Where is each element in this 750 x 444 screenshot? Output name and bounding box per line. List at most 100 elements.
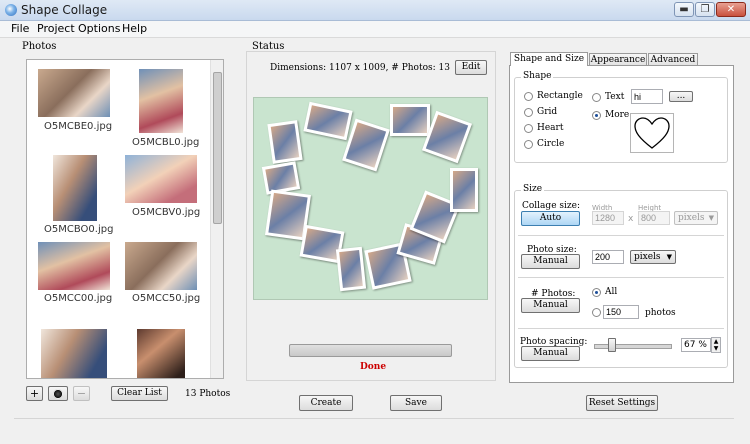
size-divider (518, 277, 724, 278)
collage-photo (267, 120, 303, 164)
grid-label: Grid (537, 107, 558, 117)
window-title: Shape Collage (21, 3, 108, 17)
photo-list-scrollbar[interactable] (210, 60, 223, 378)
radio-text[interactable] (592, 93, 601, 102)
height-input[interactable] (638, 211, 670, 225)
size-legend: Size (521, 184, 545, 194)
bottom-divider (14, 418, 734, 419)
width-input[interactable] (592, 211, 624, 225)
spacing-input[interactable]: 67 % (681, 338, 711, 352)
menu-options[interactable]: Options (78, 22, 120, 35)
more-label: More (605, 110, 630, 120)
photo-size-input[interactable] (592, 250, 624, 264)
size-divider (518, 235, 724, 236)
title-bar: Shape Collage ▬ ❐ ✕ (0, 0, 750, 21)
collage-units-select[interactable]: pixels ▼ (674, 211, 718, 225)
close-button[interactable]: ✕ (716, 2, 746, 17)
photo-thumbnail (38, 69, 110, 117)
photos-label: Photos (22, 41, 57, 52)
dimension-x: x (628, 214, 634, 224)
remove-photo-button[interactable]: − (73, 386, 90, 401)
shape-text-input[interactable] (631, 89, 663, 104)
spacing-unit: % (698, 340, 707, 350)
photo-units-select[interactable]: pixels ▼ (630, 250, 676, 264)
collage-photo (390, 104, 430, 136)
shape-group (514, 77, 728, 163)
text-label: Text (605, 92, 625, 102)
photo-filename: O5MCBE0.jpg (44, 121, 113, 132)
chevron-down-icon: ▼ (708, 214, 714, 222)
photo-filename: O5MCC00.jpg (44, 293, 113, 304)
num-photos-manual-button[interactable]: Manual (521, 298, 580, 313)
save-button[interactable]: Save (390, 395, 442, 411)
photo-thumbnail (139, 69, 183, 133)
minimize-button[interactable]: ▬ (674, 2, 694, 17)
status-done: Done (360, 362, 387, 372)
radio-photo-count[interactable] (592, 308, 601, 317)
photo-thumbnail (137, 329, 185, 378)
camera-button[interactable] (48, 386, 68, 401)
tab-advanced[interactable]: Advanced (648, 53, 698, 65)
photo-thumbnail (38, 242, 110, 290)
photo-list[interactable]: O5MCBE0.jpg O5MCBL0.jpg O5MCBO0.jpg O5MC… (26, 59, 224, 379)
scrollbar-thumb[interactable] (213, 72, 222, 224)
radio-all-photos[interactable] (592, 288, 601, 297)
app-icon (5, 4, 17, 16)
edit-button[interactable]: Edit (455, 60, 487, 75)
radio-heart[interactable] (524, 124, 533, 133)
photo-thumbnail (53, 155, 97, 221)
radio-more[interactable] (592, 111, 601, 120)
collage-size-label: Collage size: (522, 201, 580, 211)
spacing-value: 67 (684, 340, 696, 350)
menu-file[interactable]: File (11, 22, 29, 35)
photo-count-input[interactable] (603, 305, 639, 319)
radio-rectangle[interactable] (524, 92, 533, 101)
progress-bar (289, 344, 452, 357)
photo-thumbnail (125, 242, 197, 290)
create-button[interactable]: Create (299, 395, 353, 411)
chevron-down-icon: ▼ (666, 253, 672, 261)
photo-spacing-manual-button[interactable]: Manual (521, 346, 580, 361)
photo-filename: O5MCBV0.jpg (132, 207, 201, 218)
collage-photo (303, 101, 353, 141)
collage-photo (335, 246, 367, 292)
spacing-slider[interactable] (594, 344, 672, 349)
shape-legend: Shape (521, 71, 554, 81)
photo-size-manual-button[interactable]: Manual (521, 254, 580, 269)
photo-filename: O5MCC50.jpg (132, 293, 201, 304)
photo-filename: O5MCBL0.jpg (132, 137, 200, 148)
menu-project[interactable]: Project (37, 22, 75, 35)
collage-photo (450, 168, 478, 212)
shape-preview[interactable] (630, 113, 674, 153)
menu-help[interactable]: Help (122, 22, 147, 35)
photo-thumbnail (125, 155, 197, 203)
spacing-slider-thumb[interactable] (608, 338, 616, 352)
collage-photo (261, 161, 301, 195)
collage-units-value: pixels (678, 213, 705, 223)
rectangle-label: Rectangle (537, 91, 583, 101)
maximize-button[interactable]: ❐ (695, 2, 715, 17)
all-photos-label: All (605, 287, 618, 297)
spacing-spinner[interactable]: ▲ ▼ (711, 337, 721, 353)
heart-shape-icon (634, 117, 670, 149)
photo-filename: O5MCBO0.jpg (44, 224, 114, 235)
reset-settings-button[interactable]: Reset Settings (586, 395, 658, 411)
add-photo-button[interactable]: + (26, 386, 43, 401)
camera-icon (53, 389, 63, 399)
font-browse-button[interactable]: ... (669, 91, 693, 102)
radio-grid[interactable] (524, 108, 533, 117)
circle-label: Circle (537, 139, 565, 149)
photo-thumbnail (41, 329, 107, 378)
size-divider (518, 328, 724, 329)
photos-suffix: photos (645, 308, 676, 318)
collage-size-auto-button[interactable]: Auto (521, 211, 580, 226)
menu-bar: File Project Options Help (0, 21, 750, 38)
clear-list-button[interactable]: Clear List (111, 386, 168, 401)
collage-preview (253, 97, 488, 300)
photo-units-value: pixels (634, 252, 661, 262)
dimensions-text: Dimensions: 1107 x 1009, # Photos: 13 (270, 63, 450, 73)
tab-shape-and-size[interactable]: Shape and Size (510, 52, 588, 66)
tab-appearance[interactable]: Appearance (589, 53, 647, 65)
heart-label: Heart (537, 123, 564, 133)
radio-circle[interactable] (524, 140, 533, 149)
